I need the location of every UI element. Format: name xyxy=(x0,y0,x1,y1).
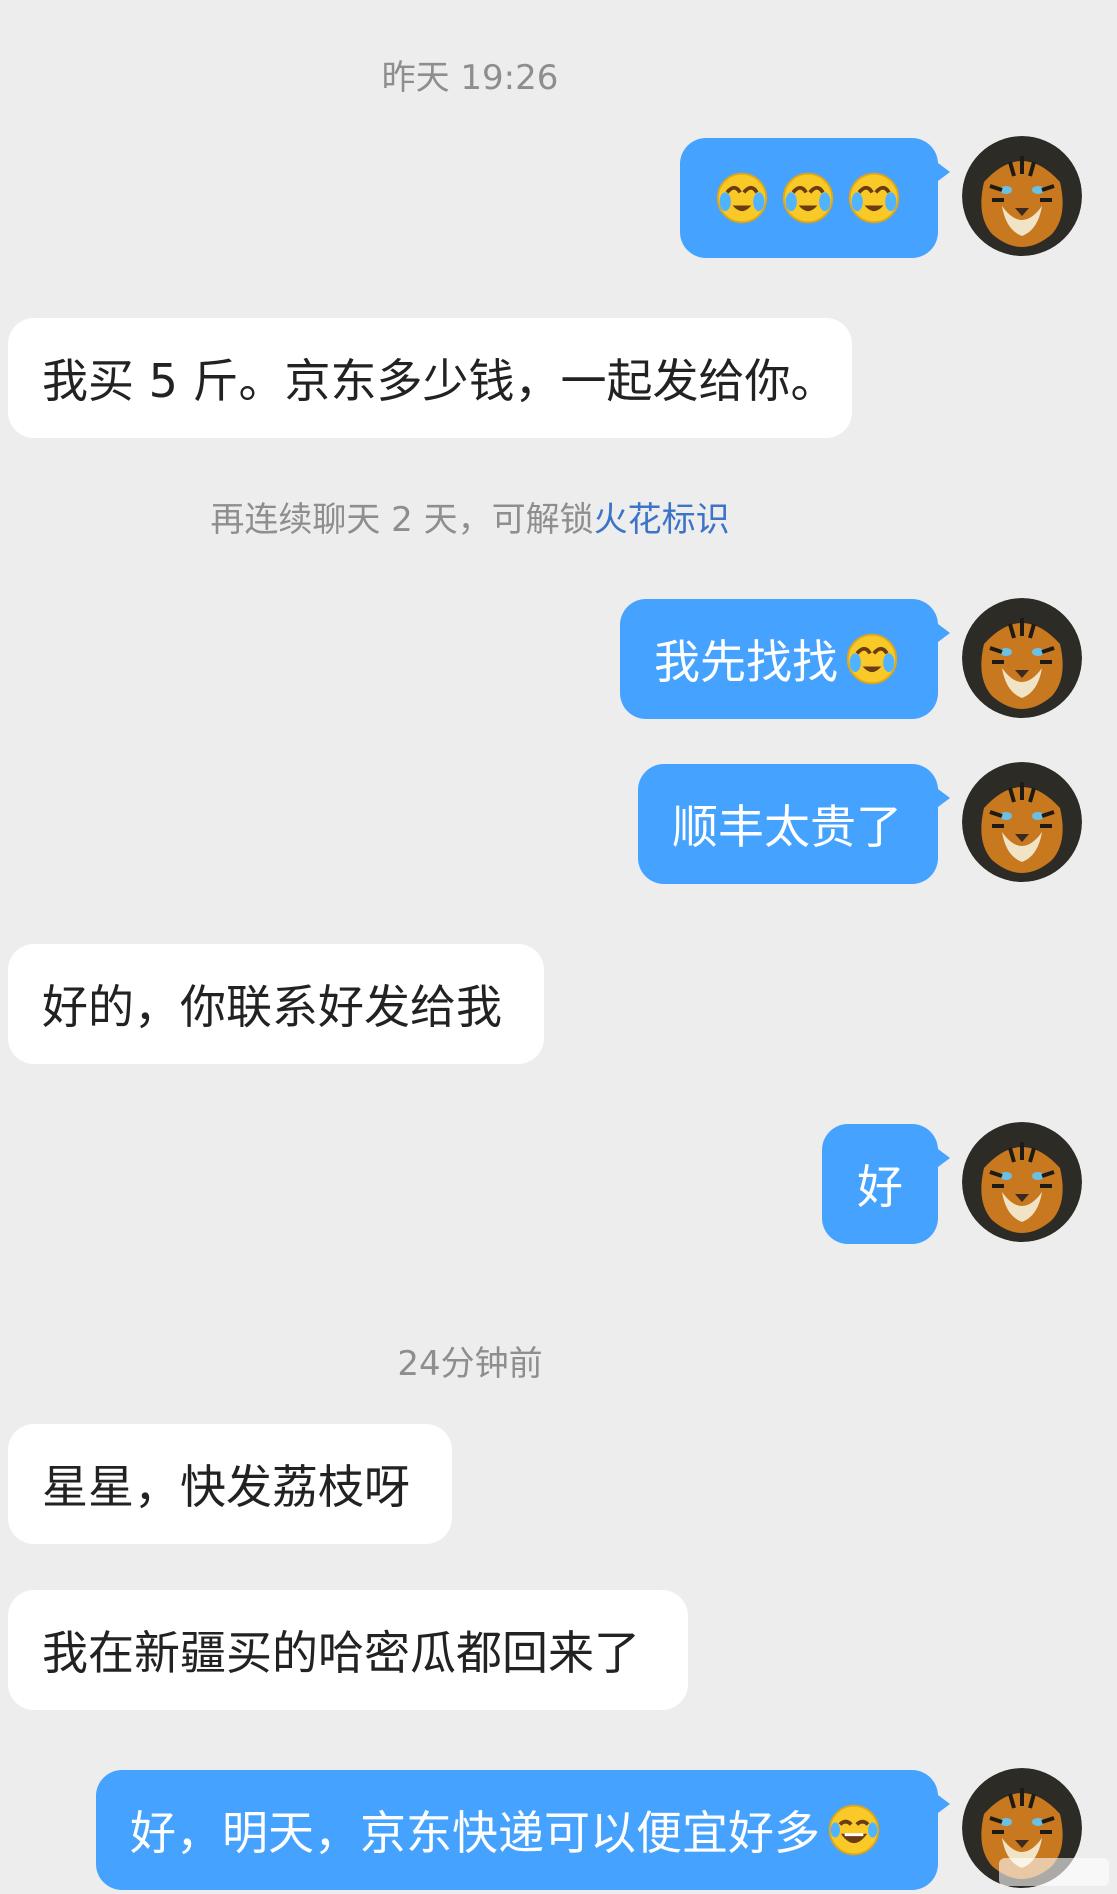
notice-text: 再连续聊天 2 天，可解锁 xyxy=(210,500,594,540)
message-text: 星星，快发荔枝呀 xyxy=(42,1460,410,1514)
tiger-avatar-icon[interactable] xyxy=(962,598,1082,718)
message-outgoing[interactable]: 好，明天，京东快递可以便宜好多 xyxy=(96,1770,950,1890)
timestamp: 24分钟前 xyxy=(397,1344,543,1384)
watermark xyxy=(999,1858,1109,1886)
tiger-avatar-icon[interactable] xyxy=(962,136,1082,256)
message-incoming[interactable]: 我买 5 斤。京东多少钱，一起发给你。 xyxy=(8,318,852,438)
crying-laughing-emoji-icon xyxy=(780,170,836,226)
message-outgoing[interactable]: 我先找找 xyxy=(620,599,950,719)
crying-laughing-emoji-icon xyxy=(846,170,902,226)
message-outgoing[interactable] xyxy=(680,138,950,258)
message-text: 我先找找 xyxy=(654,635,838,689)
message-outgoing[interactable]: 好 xyxy=(822,1124,950,1244)
timestamp: 昨天 19:26 xyxy=(381,58,559,98)
tiger-avatar-icon[interactable] xyxy=(962,1122,1082,1242)
message-incoming[interactable]: 星星，快发荔枝呀 xyxy=(8,1424,452,1544)
streak-notice: 再连续聊天 2 天，可解锁火花标识 xyxy=(0,492,940,541)
message-text: 我在新疆买的哈密瓜都回来了 xyxy=(42,1626,640,1680)
message-outgoing[interactable]: 顺丰太贵了 xyxy=(638,764,950,884)
crying-laughing-emoji-icon xyxy=(714,170,770,226)
message-text: 好，明天，京东快递可以便宜好多 xyxy=(130,1806,820,1860)
message-text: 我买 5 斤。京东多少钱，一起发给你。 xyxy=(42,354,837,408)
message-incoming[interactable]: 我在新疆买的哈密瓜都回来了 xyxy=(8,1590,688,1710)
message-incoming[interactable]: 好的，你联系好发给我 xyxy=(8,944,544,1064)
message-text: 好 xyxy=(857,1160,903,1214)
spark-badge-link[interactable]: 火花标识 xyxy=(594,500,730,540)
crying-laughing-emoji-icon xyxy=(844,631,900,687)
tears-of-joy-emoji-icon xyxy=(826,1802,882,1858)
message-text: 好的，你联系好发给我 xyxy=(42,980,502,1034)
message-text: 顺丰太贵了 xyxy=(672,800,902,854)
tiger-avatar-icon[interactable] xyxy=(962,762,1082,882)
